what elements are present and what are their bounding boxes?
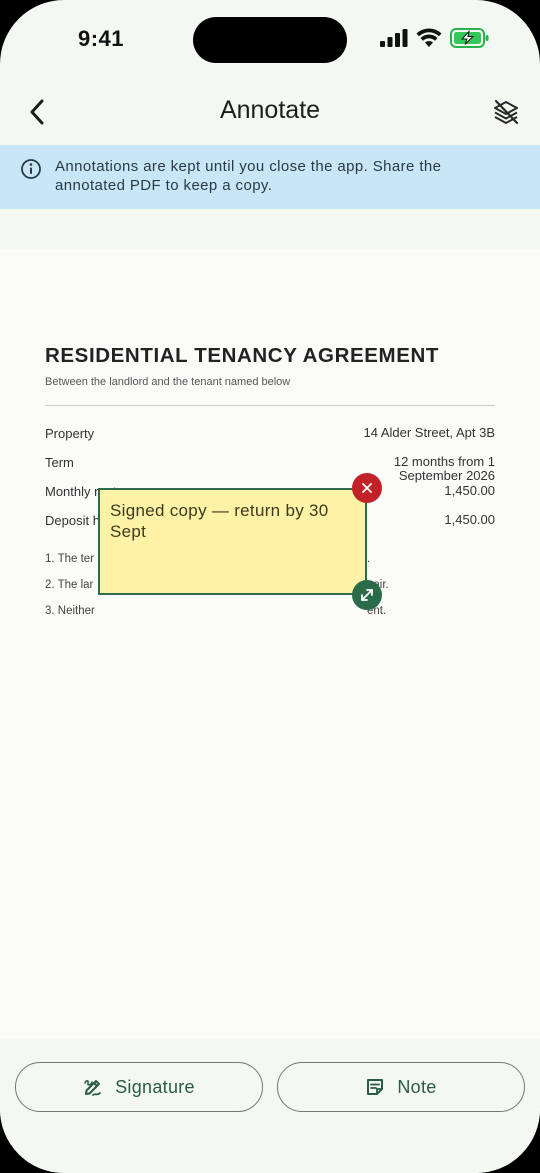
status-bar: 9:41 <box>0 0 540 80</box>
signal-icon <box>380 29 408 47</box>
dynamic-island <box>193 17 347 63</box>
note-icon <box>367 1079 384 1095</box>
document-page[interactable]: RESIDENTIAL TENANCY AGREEMENT Between th… <box>0 249 540 1039</box>
document-viewer[interactable]: RESIDENTIAL TENANCY AGREEMENT Between th… <box>0 209 540 1039</box>
document-subtitle: Between the landlord and the tenant name… <box>45 376 291 388</box>
info-banner: Annotations are kept until you close the… <box>0 145 540 209</box>
battery-charging-icon <box>450 28 489 48</box>
app-bar: Annotate <box>0 80 540 144</box>
row-value-deposit: 1,450.00 <box>444 512 495 527</box>
document-title: RESIDENTIAL TENANCY AGREEMENT <box>45 344 440 367</box>
divider <box>45 405 495 406</box>
phone-screen: 9:41 Annotate Annotations are kept until… <box>0 0 540 1173</box>
info-icon <box>21 159 41 179</box>
note-button[interactable]: Note <box>277 1062 525 1112</box>
page-title: Annotate <box>219 96 321 124</box>
clause-1-start: 1. The ter <box>45 553 95 565</box>
layers-off-icon <box>494 99 519 125</box>
row-label-term: Term <box>45 455 74 470</box>
clause-2-start: 2. The lar <box>45 579 94 591</box>
banner-text: Annotations are kept until you close the… <box>55 158 442 194</box>
wifi-icon <box>416 28 442 47</box>
note-text[interactable]: Signed copy — return by 30 Sept <box>110 500 355 542</box>
status-icons <box>380 28 490 48</box>
row-value-property: 14 Alder Street, Apt 3B <box>363 425 495 440</box>
status-time: 9:41 <box>78 26 125 51</box>
resize-icon <box>361 589 373 601</box>
signature-button[interactable]: Signature <box>15 1062 263 1112</box>
toggle-layers-button[interactable] <box>486 92 526 132</box>
bottom-action-bar: Signature Note <box>0 1040 540 1173</box>
signature-button-label: Signature <box>115 1076 195 1097</box>
close-icon <box>362 483 372 493</box>
clause-1-end: . <box>367 553 371 565</box>
clause-3-start: 3. Neither <box>45 605 95 617</box>
row-label-property: Property <box>45 426 95 441</box>
delete-note-button[interactable] <box>352 473 382 503</box>
sticky-note[interactable]: Signed copy — return by 30 Sept <box>98 488 367 595</box>
signature-icon <box>84 1079 102 1096</box>
note-button-label: Note <box>397 1076 437 1097</box>
resize-note-handle[interactable] <box>352 580 382 610</box>
